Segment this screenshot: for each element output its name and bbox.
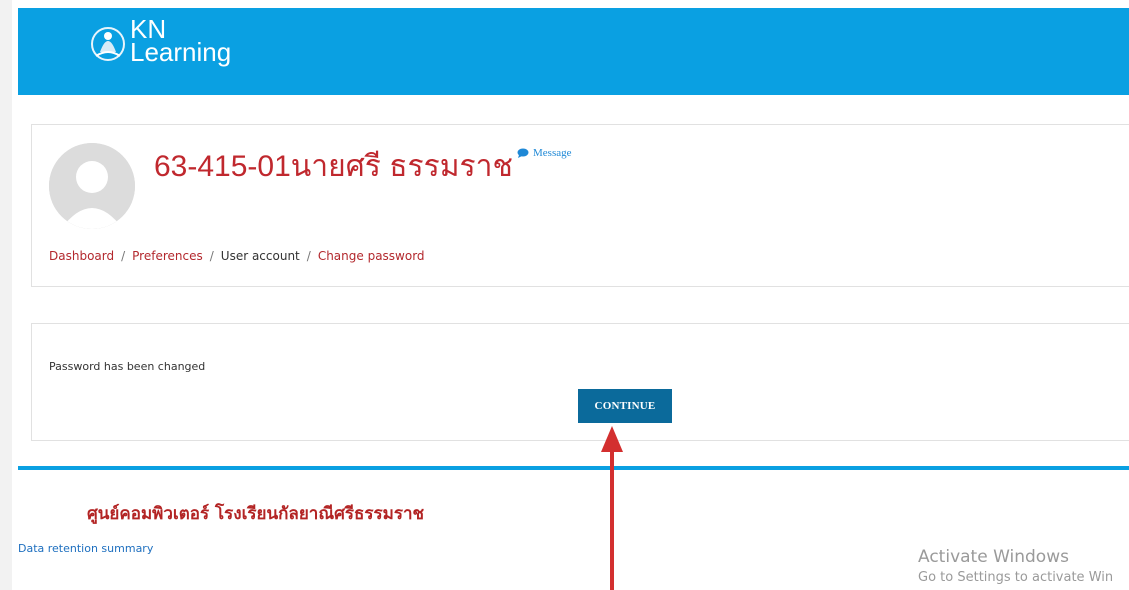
windows-activation-watermark: Activate Windows Go to Settings to activ… [918,547,1113,585]
default-avatar-icon[interactable] [49,143,135,229]
message-link[interactable]: Message [517,147,572,159]
breadcrumb-separator: / [121,249,126,263]
data-retention-link[interactable]: Data retention summary [18,542,153,555]
page-title: 63-415-01นายศรี ธรรมราช [154,150,513,183]
profile-header-card: 63-415-01นายศรี ธรรมราช Message Dashboar… [31,124,1129,287]
message-link-label: Message [533,147,572,159]
footer-divider [18,466,1129,470]
watermark-line-1: Activate Windows [918,547,1069,567]
breadcrumb-preferences[interactable]: Preferences [132,249,203,263]
watermark-line-2: Go to Settings to activate Win [918,570,1114,585]
breadcrumb: Dashboard / Preferences / User account / Chang… [49,249,425,263]
site-header: KN Learning [18,8,1129,95]
notice-card: Password has been changed CONTINUE [31,323,1129,441]
breadcrumb-separator: / [306,249,311,263]
footer-title: ศูนย์คอมพิวเตอร์ โรงเรียนกัลยาณีศรีธรรมร… [87,504,425,524]
continue-button[interactable]: CONTINUE [578,389,672,423]
breadcrumb-dashboard[interactable]: Dashboard [49,249,114,263]
logo-line-2: Learning [130,37,232,67]
breadcrumb-user-account: User account [220,249,300,263]
breadcrumb-separator: / [209,249,214,263]
message-bubble-icon [517,148,529,158]
logo-emblem-icon [91,27,125,61]
left-gutter [0,0,12,590]
breadcrumb-change-password[interactable]: Change password [318,249,425,263]
site-logo-link[interactable]: KN Learning [88,16,232,67]
notice-message: Password has been changed [49,360,206,373]
